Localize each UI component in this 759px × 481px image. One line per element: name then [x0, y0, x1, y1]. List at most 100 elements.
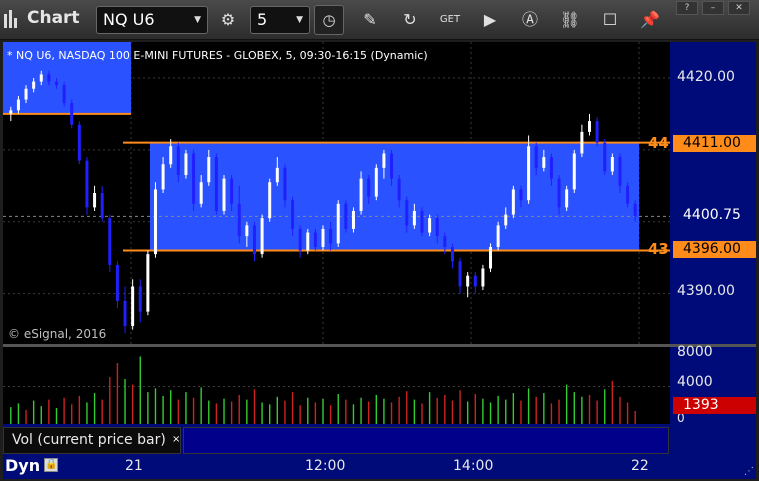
candle	[473, 275, 477, 287]
candle	[93, 193, 97, 208]
candle	[222, 178, 226, 211]
candle	[260, 218, 264, 255]
candle	[245, 225, 249, 237]
candle	[367, 178, 371, 197]
candle	[458, 261, 462, 287]
comment-icon[interactable]: ☐	[598, 8, 622, 32]
lock-icon[interactable]: 🔒	[44, 458, 58, 472]
clock-button[interactable]: ◷	[314, 5, 344, 35]
close-icon[interactable]: ×	[172, 427, 180, 452]
candle	[412, 210, 416, 226]
candle	[321, 228, 325, 247]
candle	[214, 157, 218, 211]
candle	[329, 228, 333, 244]
pin-icon[interactable]: 📌	[638, 8, 662, 32]
candle	[351, 210, 355, 229]
candle	[336, 203, 340, 244]
minimize-button[interactable]: –	[702, 1, 724, 15]
time-axis[interactable]: Dyn 🔒 21 12:00 14:00 22 ⋰	[3, 454, 756, 479]
symbol-combo[interactable]: NQ U6 ▼	[96, 6, 208, 34]
candle	[85, 160, 89, 208]
candle	[77, 124, 81, 161]
candle	[199, 182, 203, 204]
price-pane[interactable]: * NQ U6, NASDAQ 100 E-MINI FUTURES - GLO…	[3, 42, 670, 344]
candle	[504, 214, 508, 226]
candle	[397, 178, 401, 201]
candle	[47, 74, 51, 82]
candle	[184, 153, 188, 176]
candle	[527, 146, 531, 201]
candle	[237, 203, 241, 237]
volume-legend-band	[183, 427, 669, 454]
candle	[153, 189, 157, 255]
candle	[24, 88, 28, 100]
candle	[603, 142, 607, 172]
upper-level-label: 44	[648, 134, 669, 152]
volume-legend[interactable]: Vol (current price bar) ×	[3, 427, 181, 454]
price-axis[interactable]: 4420.00 4410.00 4400.00 4390.00 4411.00 …	[670, 42, 756, 344]
candle	[344, 203, 348, 229]
candle	[489, 246, 493, 269]
price-label: 4420.00	[677, 69, 735, 85]
candle	[450, 246, 454, 262]
volume-chart-svg	[3, 356, 670, 424]
interval-value: 5	[257, 10, 268, 29]
candle	[420, 210, 424, 233]
refresh-icon[interactable]: ↻	[398, 8, 422, 32]
candle	[138, 286, 142, 312]
toolbar: Chart NQ U6 ▼ ⚙ 5 ▼ ◷ ✎ ↻ GET ▶ Ⓐ ⛓ ☐ 📌 …	[0, 0, 759, 40]
candle	[207, 157, 211, 183]
candle	[557, 178, 561, 208]
candle	[359, 178, 363, 211]
alert-icon[interactable]: Ⓐ	[518, 8, 542, 32]
candle	[511, 189, 515, 215]
candle	[9, 110, 13, 114]
resize-grip-icon[interactable]: ⋰	[744, 466, 754, 477]
candle	[291, 200, 295, 229]
pencil-icon[interactable]: ✎	[358, 8, 382, 32]
candle	[161, 164, 165, 190]
candle	[70, 103, 74, 125]
candle	[382, 153, 386, 168]
dynamic-mode-label[interactable]: Dyn	[5, 456, 40, 475]
candle	[192, 153, 196, 204]
candle	[466, 275, 470, 287]
candle	[595, 121, 599, 143]
interval-combo[interactable]: 5 ▼	[250, 6, 310, 34]
play-icon[interactable]: ▶	[478, 8, 502, 32]
candle	[108, 218, 112, 265]
candle	[100, 193, 104, 219]
candle	[534, 146, 538, 168]
link-icon[interactable]: ⛓	[558, 8, 582, 32]
candle	[542, 157, 546, 168]
volume-legend-text: Vol (current price bar)	[12, 432, 166, 448]
candle	[39, 74, 43, 82]
lower-level-label: 43	[648, 240, 669, 258]
candle	[588, 121, 592, 132]
app-title: Chart	[27, 8, 80, 28]
candle	[405, 200, 409, 226]
last-price-tag: 4400.75	[673, 207, 756, 224]
time-label: 21	[125, 458, 143, 474]
time-label: 22	[631, 458, 649, 474]
candle	[496, 225, 500, 247]
gear-icon[interactable]: ⚙	[216, 8, 240, 32]
candle	[252, 225, 256, 255]
candle	[268, 182, 272, 219]
close-button[interactable]: ✕	[728, 1, 750, 15]
candle	[313, 232, 317, 247]
candle	[481, 268, 485, 287]
candle	[298, 228, 302, 251]
candle	[618, 157, 622, 186]
help-button[interactable]: ?	[676, 1, 698, 15]
candle	[54, 81, 58, 86]
volume-pane[interactable]	[3, 347, 670, 424]
copyright-text: © eSignal, 2016	[8, 327, 107, 341]
get-data-icon[interactable]: GET	[438, 8, 462, 32]
chevron-down-icon: ▼	[296, 15, 303, 25]
volume-label: 8000	[677, 344, 713, 360]
volume-axis[interactable]: 8000 4000 0 1393	[670, 344, 756, 425]
volume-current-tag: 1393	[673, 397, 756, 414]
candle	[131, 286, 135, 327]
candle	[123, 300, 127, 327]
